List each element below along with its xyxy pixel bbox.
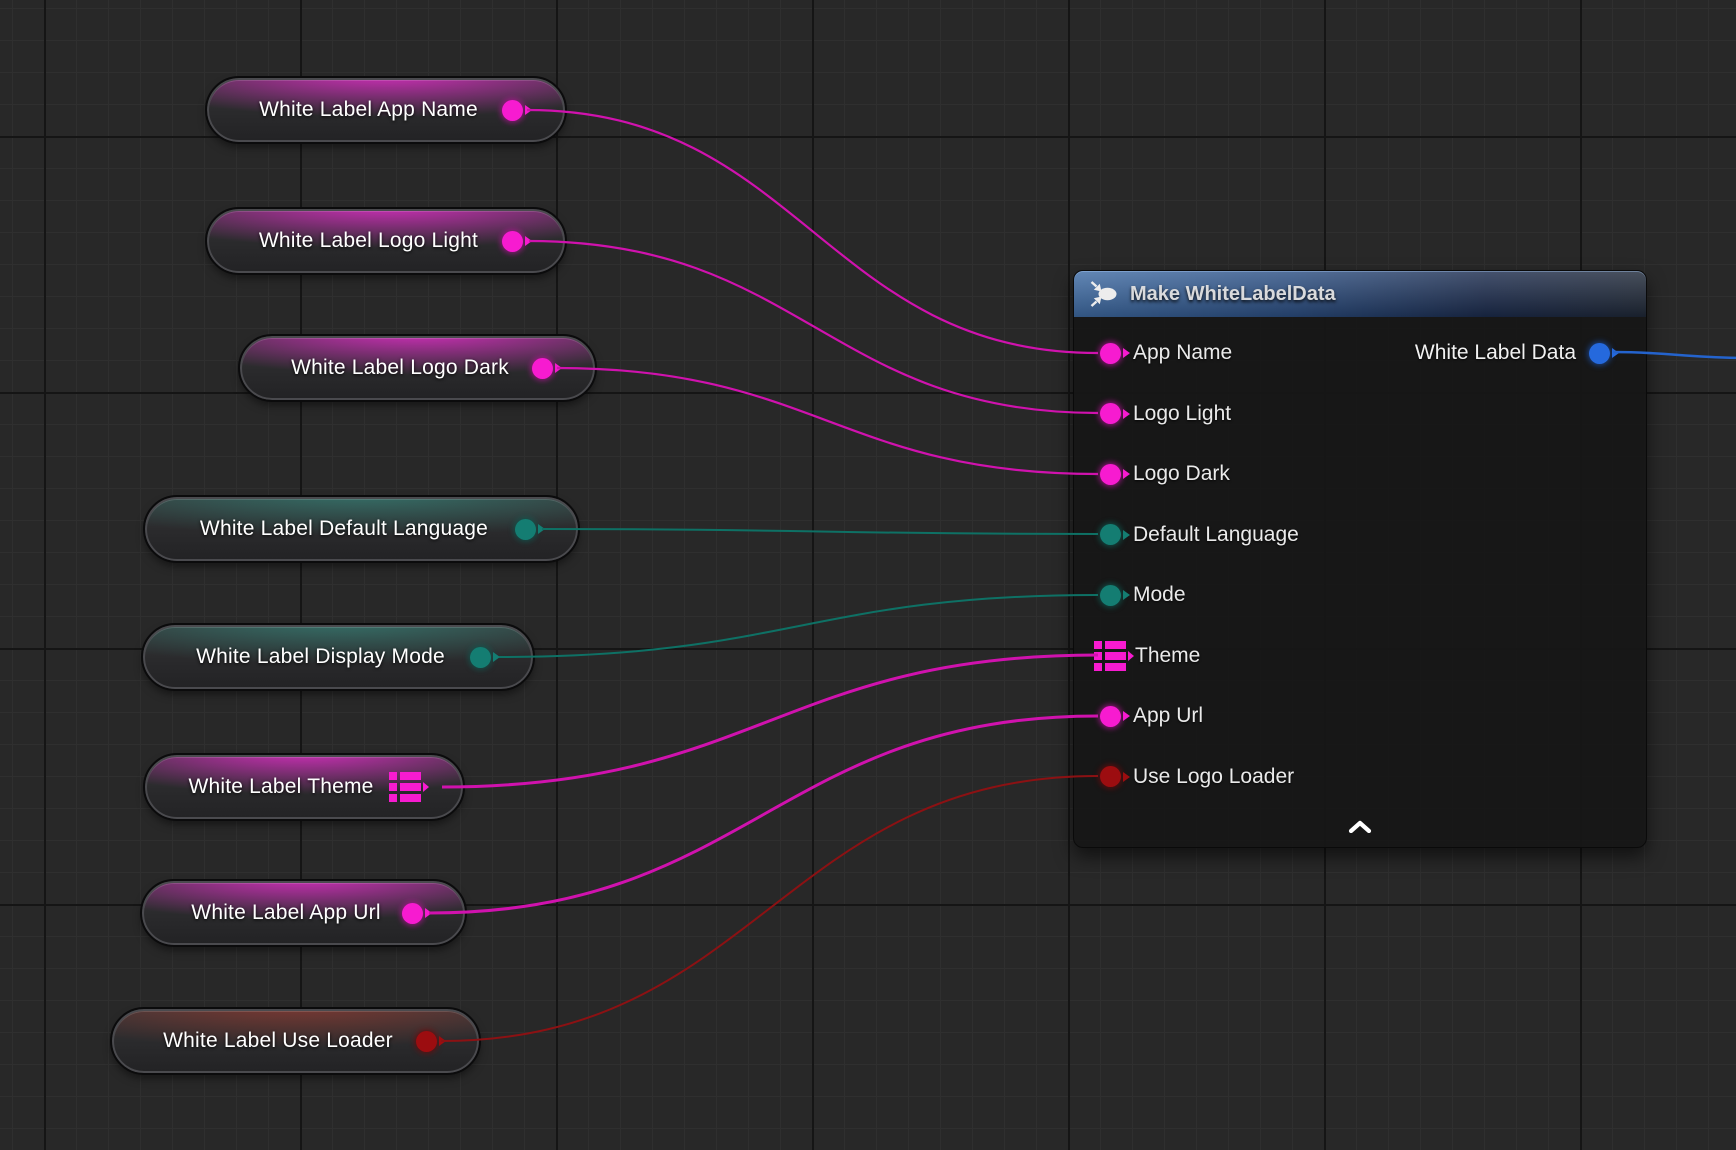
pin-row-default-language: Default Language: [1074, 505, 1646, 566]
output-pin-row: White Label Data: [1415, 323, 1610, 384]
wire-app-name[interactable]: [527, 110, 1098, 353]
bool-output-pin[interactable]: [416, 1031, 437, 1052]
var-node-label: White Label Theme: [147, 775, 389, 799]
var-node-white-label-theme[interactable]: White Label Theme: [145, 755, 463, 819]
pin-row-use-logo-loader: Use Logo Loader: [1074, 747, 1646, 808]
wire-theme[interactable]: [442, 655, 1098, 787]
make-whitelabeldata-node[interactable]: Make WhiteLabelData App Name White Label…: [1073, 270, 1647, 848]
var-node-white-label-logo-light[interactable]: White Label Logo Light: [207, 209, 565, 273]
var-node-label: White Label App Url: [144, 901, 402, 925]
node-pin-rows: App Name White Label Data Logo Light Log…: [1074, 317, 1646, 807]
output-pin-white-label-data[interactable]: [1589, 343, 1610, 364]
pin-label: Logo Light: [1133, 402, 1231, 426]
wire-display-mode[interactable]: [499, 595, 1098, 657]
enum-output-pin[interactable]: [470, 647, 491, 668]
pin-label: Theme: [1135, 644, 1200, 668]
pin-row-mode: Mode: [1074, 565, 1646, 626]
string-output-pin[interactable]: [402, 903, 423, 924]
string-output-pin[interactable]: [502, 100, 523, 121]
node-title: Make WhiteLabelData: [1130, 283, 1336, 306]
chevron-up-icon[interactable]: [1347, 820, 1373, 833]
input-pin-theme[interactable]: [1094, 640, 1126, 672]
enum-output-pin[interactable]: [515, 519, 536, 540]
input-pin-app-url[interactable]: [1100, 706, 1121, 727]
input-pin-default-language[interactable]: [1100, 524, 1121, 545]
node-footer: [1074, 805, 1646, 847]
input-pin-logo-dark[interactable]: [1100, 464, 1121, 485]
input-pin-app-name[interactable]: [1100, 343, 1121, 364]
struct-pin-icon: [1094, 640, 1126, 672]
pin-row-app-name: App Name White Label Data: [1074, 323, 1646, 384]
string-output-pin[interactable]: [532, 358, 553, 379]
pin-label: Default Language: [1133, 523, 1299, 547]
var-node-white-label-app-name[interactable]: White Label App Name: [207, 78, 565, 142]
var-node-label: White Label App Name: [209, 98, 502, 122]
var-node-white-label-logo-dark[interactable]: White Label Logo Dark: [240, 336, 595, 400]
var-node-label: White Label Display Mode: [145, 645, 470, 669]
blueprint-graph-canvas[interactable]: White Label App Name White Label Logo Li…: [0, 0, 1736, 1150]
wire-app-url[interactable]: [429, 716, 1098, 913]
wire-logo-dark[interactable]: [557, 368, 1098, 474]
pin-label: App Name: [1133, 341, 1232, 365]
input-pin-mode[interactable]: [1100, 585, 1121, 606]
pin-label: Logo Dark: [1133, 462, 1230, 486]
var-node-label: White Label Logo Dark: [242, 356, 532, 380]
node-header[interactable]: Make WhiteLabelData: [1074, 271, 1646, 317]
output-pin-label: White Label Data: [1415, 341, 1576, 365]
pin-label: Mode: [1133, 583, 1186, 607]
var-node-white-label-app-url[interactable]: White Label App Url: [142, 881, 465, 945]
pin-row-theme: Theme: [1074, 626, 1646, 687]
wire-logo-light[interactable]: [529, 241, 1098, 413]
var-node-label: White Label Use Loader: [114, 1029, 416, 1053]
input-pin-logo-light[interactable]: [1100, 403, 1121, 424]
pin-row-logo-light: Logo Light: [1074, 384, 1646, 445]
var-node-white-label-use-loader[interactable]: White Label Use Loader: [112, 1009, 479, 1073]
pin-row-app-url: App Url: [1074, 686, 1646, 747]
var-node-label: White Label Default Language: [147, 517, 515, 541]
struct-output-pin[interactable]: [389, 771, 421, 803]
make-struct-icon: [1090, 280, 1118, 308]
pin-label: Use Logo Loader: [1133, 765, 1294, 789]
var-node-label: White Label Logo Light: [209, 229, 502, 253]
wire-default-language[interactable]: [542, 529, 1098, 534]
input-pin-use-logo-loader[interactable]: [1100, 766, 1121, 787]
var-node-white-label-default-language[interactable]: White Label Default Language: [145, 497, 578, 561]
string-output-pin[interactable]: [502, 231, 523, 252]
pin-row-logo-dark: Logo Dark: [1074, 444, 1646, 505]
pin-label: App Url: [1133, 704, 1203, 728]
var-node-white-label-display-mode[interactable]: White Label Display Mode: [143, 625, 533, 689]
struct-pin-icon: [389, 771, 421, 803]
wire-use-loader[interactable]: [441, 776, 1098, 1041]
